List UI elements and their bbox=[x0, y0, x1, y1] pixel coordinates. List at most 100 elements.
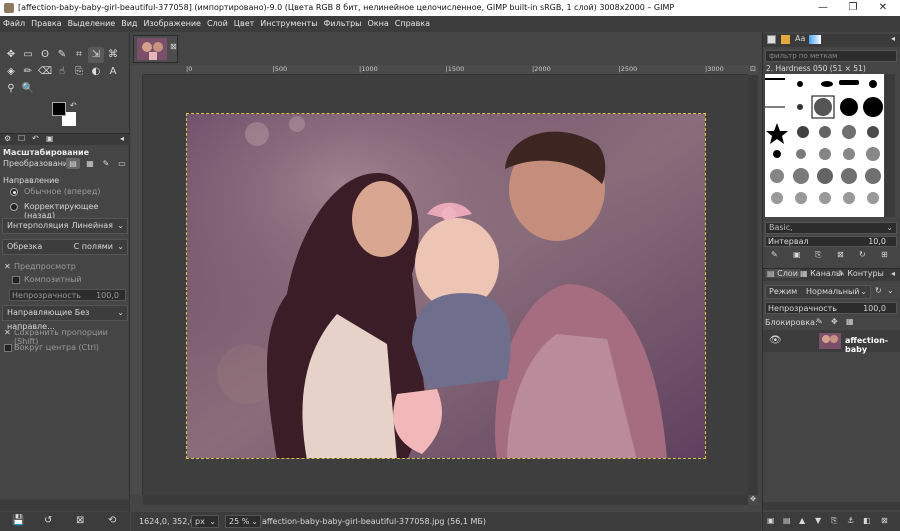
zoom-lock-icon[interactable]: ⊡ bbox=[748, 65, 758, 75]
fonts-tab-icon[interactable]: Aa bbox=[795, 34, 805, 43]
dodge-icon[interactable]: ◐ bbox=[88, 64, 104, 80]
fuzzy-select-icon[interactable]: ✎ bbox=[54, 47, 70, 63]
lower-layer-icon[interactable]: ▼ bbox=[815, 516, 821, 525]
color-picker-icon[interactable]: ⚲ bbox=[3, 81, 19, 97]
chevron-down-icon[interactable]: ⌄ bbox=[887, 286, 894, 295]
layer-mode-select[interactable]: Режим Нормальный ⌄ bbox=[765, 285, 871, 299]
text-icon[interactable]: A bbox=[105, 64, 121, 80]
preview-check-icon[interactable]: ✕ bbox=[4, 262, 11, 271]
transform-path-icon[interactable]: ✎ bbox=[99, 158, 113, 169]
reset-icon[interactable]: ⟲ bbox=[108, 515, 116, 526]
composite-checkbox[interactable] bbox=[12, 276, 20, 284]
scale-icon[interactable]: ⇲ bbox=[88, 47, 104, 63]
raise-layer-icon[interactable]: ▲ bbox=[799, 516, 805, 525]
images-tab-icon[interactable]: ▣ bbox=[46, 134, 54, 143]
gradients-tab-icon[interactable] bbox=[809, 35, 821, 44]
zoom-select[interactable]: 25 % ⌄ bbox=[225, 515, 261, 528]
smudge-icon[interactable]: ☝ bbox=[54, 64, 70, 80]
save-preset-icon[interactable]: 💾 bbox=[12, 515, 24, 526]
swap-colors-icon[interactable]: ↶ bbox=[70, 101, 77, 110]
refresh-brushes-icon[interactable]: ↻ bbox=[859, 250, 866, 259]
lasso-icon[interactable]: ʘ bbox=[37, 47, 53, 63]
vertical-scrollbar[interactable] bbox=[748, 75, 758, 495]
close-tab-icon[interactable]: ⊠ bbox=[170, 42, 177, 51]
menu-image[interactable]: Изображение bbox=[140, 19, 204, 28]
rect-select-icon[interactable]: ▭ bbox=[20, 47, 36, 63]
reset-mode-icon[interactable]: ↻ bbox=[875, 286, 882, 295]
brushes-tab-icon[interactable] bbox=[767, 35, 776, 44]
tool-options-tab-icon[interactable]: ⚙ bbox=[4, 134, 11, 143]
warp-icon[interactable]: ⌘ bbox=[105, 47, 121, 63]
mask-icon[interactable]: ◧ bbox=[863, 516, 871, 525]
transform-selection-icon[interactable]: ▦ bbox=[83, 158, 97, 169]
brush-tag-input[interactable]: Basic, ⌄ bbox=[765, 222, 897, 234]
tab-paths[interactable]: ✎ Контуры bbox=[838, 269, 884, 278]
menu-windows[interactable]: Окна bbox=[365, 19, 392, 28]
menu-file[interactable]: Файл bbox=[0, 19, 28, 28]
menu-select[interactable]: Выделение bbox=[65, 19, 119, 28]
minimize-button[interactable]: — bbox=[808, 0, 838, 16]
direction-corrective-radio[interactable] bbox=[10, 203, 18, 211]
visibility-eye-icon[interactable]: 👁 bbox=[769, 335, 782, 346]
brush-grid[interactable] bbox=[765, 74, 884, 217]
brush-spacing-slider[interactable]: Интервал 10,0 bbox=[765, 236, 897, 247]
patterns-tab-icon[interactable] bbox=[781, 35, 790, 44]
clipping-select[interactable]: Обрезка С полями ⌄ bbox=[2, 239, 128, 255]
layers-scrollbar[interactable] bbox=[763, 502, 900, 510]
device-status-tab-icon[interactable]: ☐ bbox=[18, 134, 25, 143]
restore-preset-icon[interactable]: ↺ bbox=[44, 515, 52, 526]
tab-channels[interactable]: ▦ Каналы bbox=[800, 269, 842, 278]
move-icon[interactable]: ✥ bbox=[3, 47, 19, 63]
zoom-icon[interactable]: 🔍 bbox=[20, 81, 36, 97]
new-brush-icon[interactable]: ▣ bbox=[793, 250, 801, 259]
duplicate-brush-icon[interactable]: ⎘ bbox=[815, 250, 821, 260]
tab-layers[interactable]: ▤ Слои bbox=[765, 269, 800, 278]
new-group-icon[interactable]: ▤ bbox=[783, 516, 791, 525]
bucket-fill-icon[interactable]: ◈ bbox=[3, 64, 19, 80]
image-canvas[interactable] bbox=[186, 113, 706, 459]
anchor-layer-icon[interactable]: ⚓ bbox=[847, 516, 854, 525]
foreground-color-swatch[interactable] bbox=[52, 102, 66, 116]
guides-select[interactable]: Направляющие Без направле... ⌄ bbox=[2, 305, 128, 331]
duplicate-layer-icon[interactable]: ⎘ bbox=[831, 516, 837, 526]
paintbrush-icon[interactable]: ✏ bbox=[20, 64, 36, 80]
maximize-button[interactable]: ❐ bbox=[838, 0, 868, 16]
opacity-slider[interactable]: Непрозрачность 100,0 bbox=[9, 289, 126, 301]
menu-layer[interactable]: Слой bbox=[204, 19, 231, 28]
lock-position-icon[interactable]: ✥ bbox=[831, 317, 838, 326]
layer-row[interactable]: 👁 affection-baby bbox=[763, 330, 900, 354]
menu-edit[interactable]: Правка bbox=[28, 19, 64, 28]
keep-aspect-check-icon[interactable]: ✕ bbox=[4, 328, 11, 337]
image-tab[interactable]: ⊠ bbox=[133, 35, 178, 63]
configure-tab-icon[interactable]: ◂ bbox=[891, 269, 895, 278]
close-button[interactable]: ✕ bbox=[868, 0, 898, 16]
direction-normal-radio[interactable] bbox=[10, 188, 18, 196]
menu-tools[interactable]: Инструменты bbox=[257, 19, 320, 28]
eraser-icon[interactable]: ⌫ bbox=[37, 64, 53, 80]
interpolation-select[interactable]: Интерполяция Линейная ⌄ bbox=[2, 218, 128, 234]
layer-opacity-slider[interactable]: Непрозрачность 100,0 bbox=[765, 302, 897, 314]
tool-options-scrollbar[interactable] bbox=[0, 499, 130, 511]
crop-icon[interactable]: ⌗ bbox=[71, 47, 87, 63]
brush-filter-input[interactable]: фильтр по меткам bbox=[765, 50, 897, 62]
menu-colors[interactable]: Цвет bbox=[231, 19, 258, 28]
undo-history-tab-icon[interactable]: ↶ bbox=[32, 134, 39, 143]
menu-help[interactable]: Справка bbox=[392, 19, 433, 28]
layer-name[interactable]: affection-baby bbox=[845, 336, 900, 354]
menu-filters[interactable]: Фильтры bbox=[321, 19, 365, 28]
around-center-checkbox[interactable] bbox=[4, 344, 12, 352]
brush-grid-scrollbar[interactable] bbox=[885, 74, 895, 217]
delete-brush-icon[interactable]: ⊠ bbox=[837, 250, 844, 259]
clone-icon[interactable]: ⎘ bbox=[71, 64, 87, 80]
lock-alpha-icon[interactable]: ▦ bbox=[846, 317, 854, 326]
configure-tab-icon[interactable]: ◂ bbox=[891, 34, 895, 43]
unit-select[interactable]: px ⌄ bbox=[191, 515, 219, 528]
lock-pixels-icon[interactable]: ✎ bbox=[816, 317, 823, 326]
open-brush-icon[interactable]: ⊞ bbox=[881, 250, 888, 259]
menu-view[interactable]: Вид bbox=[118, 19, 140, 28]
transform-layer-icon[interactable]: ▤ bbox=[66, 158, 80, 169]
delete-layer-icon[interactable]: ⊠ bbox=[881, 516, 888, 525]
horizontal-scrollbar[interactable] bbox=[143, 495, 748, 505]
quick-mask-corner[interactable] bbox=[131, 65, 143, 75]
configure-tab-icon[interactable]: ◂ bbox=[120, 134, 124, 143]
